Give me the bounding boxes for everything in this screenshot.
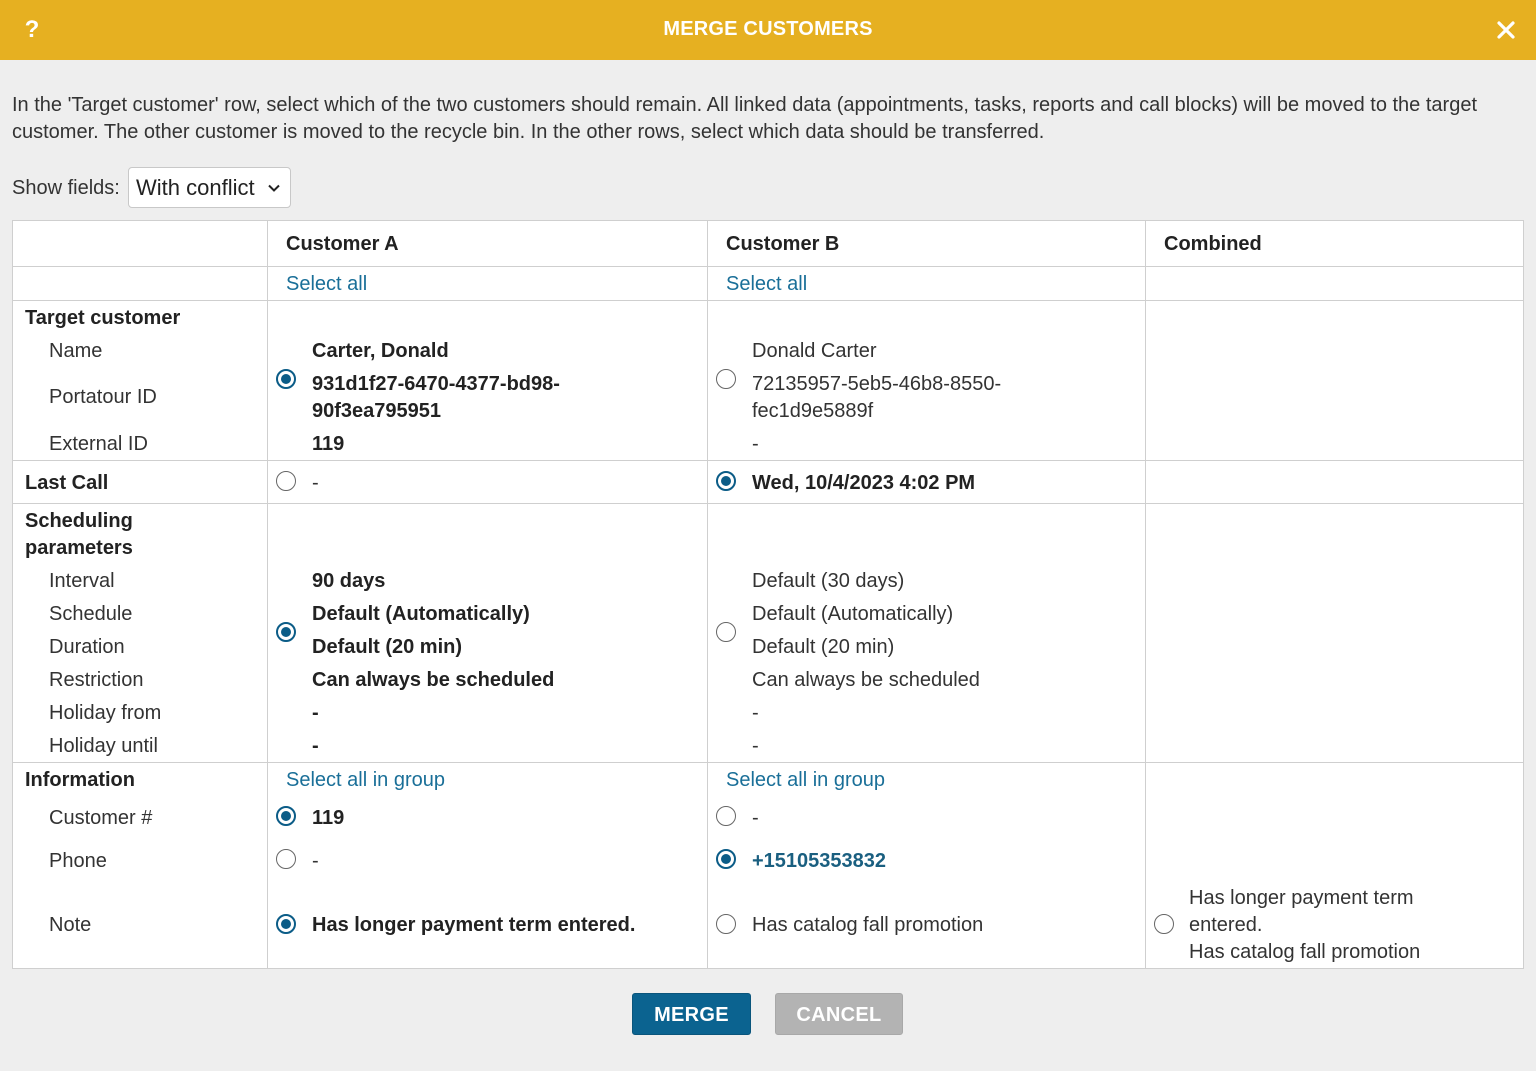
customer-number-label: Customer # [49, 807, 153, 829]
select-all-a-link[interactable]: Select all [286, 271, 367, 298]
name-label: Name [49, 340, 103, 362]
scheduling-label-2: parameters [25, 537, 133, 559]
scheduling-a-interval: 90 days [312, 570, 386, 592]
last-call-a-radio[interactable] [276, 471, 296, 491]
close-button[interactable] [1490, 13, 1522, 47]
target-b-external-id: - [752, 433, 759, 455]
note-combined-line-3: Has catalog fall promotion [1189, 941, 1421, 963]
cancel-button[interactable]: CANCEL [775, 993, 903, 1035]
scheduling-b-radio[interactable] [716, 622, 736, 642]
portatour-id-label: Portatour ID [49, 386, 157, 408]
holiday-from-label: Holiday from [49, 702, 162, 724]
external-id-label: External ID [49, 433, 148, 455]
note-combined-radio[interactable] [1154, 914, 1174, 934]
target-a-name: Carter, Donald [312, 340, 449, 362]
information-label: Information [25, 769, 135, 791]
note-b-radio[interactable] [716, 914, 736, 934]
scheduling-b-interval: Default (30 days) [752, 570, 905, 592]
holiday-until-label: Holiday until [49, 735, 158, 757]
select-all-group-b-link[interactable]: Select all in group [726, 767, 885, 794]
show-fields-value: With conflict [136, 175, 255, 200]
show-fields-select[interactable]: With conflict [128, 167, 291, 208]
help-button[interactable]: ? [20, 14, 44, 46]
select-all-group-a-link[interactable]: Select all in group [286, 767, 445, 794]
target-a-radio[interactable] [276, 369, 296, 389]
header-combined: Combined [1164, 233, 1262, 255]
scheduling-b-schedule: Default (Automatically) [752, 603, 954, 625]
target-b-portatour-id-1: 72135957-5eb5-46b8-8550- [752, 373, 1002, 395]
scheduling-b-duration: Default (20 min) [752, 636, 895, 658]
chevron-down-icon [268, 184, 280, 192]
note-b-value: Has catalog fall promotion [752, 914, 984, 936]
last-call-a-value: - [312, 472, 319, 494]
scheduling-b-restriction: Can always be scheduled [752, 669, 980, 691]
scheduling-a-holiday-until: - [312, 735, 319, 757]
phone-a-radio[interactable] [276, 849, 296, 869]
customer-number-b-value: - [752, 807, 759, 829]
show-fields-label: Show fields: [12, 177, 120, 199]
interval-label: Interval [49, 570, 115, 592]
customer-number-a-radio[interactable] [276, 806, 296, 826]
merge-button[interactable]: MERGE [632, 993, 751, 1035]
restriction-label: Restriction [49, 669, 144, 691]
intro-text: In the 'Target customer' row, select whi… [12, 94, 1477, 143]
header-customer-a: Customer A [286, 233, 399, 255]
note-combined-line-2: entered. [1189, 914, 1263, 936]
target-b-portatour-id-2: fec1d9e5889f [752, 400, 874, 422]
phone-b-radio[interactable] [716, 849, 736, 869]
schedule-label: Schedule [49, 603, 133, 625]
customer-number-b-radio[interactable] [716, 806, 736, 826]
scheduling-a-schedule: Default (Automatically) [312, 603, 530, 625]
dialog-title: MERGE CUSTOMERS [663, 18, 873, 40]
scheduling-a-radio[interactable] [276, 622, 296, 642]
phone-label: Phone [49, 850, 107, 872]
phone-a-value: - [312, 850, 319, 872]
target-b-radio[interactable] [716, 369, 736, 389]
last-call-b-value: Wed, 10/4/2023 4:02 PM [752, 472, 976, 494]
last-call-label: Last Call [25, 472, 109, 494]
note-a-radio[interactable] [276, 914, 296, 934]
header-customer-b: Customer B [726, 233, 840, 255]
dialog-titlebar: ? MERGE CUSTOMERS [0, 0, 1536, 60]
target-a-external-id: 119 [312, 433, 345, 455]
scheduling-a-duration: Default (20 min) [312, 636, 463, 658]
scheduling-a-holiday-from: - [312, 702, 319, 724]
target-a-portatour-id-1: 931d1f27-6470-4377-bd98- [312, 373, 560, 395]
scheduling-b-holiday-from: - [752, 702, 759, 724]
scheduling-a-restriction: Can always be scheduled [312, 669, 555, 691]
customer-number-a-value: 119 [312, 807, 345, 829]
last-call-b-radio[interactable] [716, 471, 736, 491]
target-b-name: Donald Carter [752, 340, 877, 362]
scheduling-b-holiday-until: - [752, 735, 759, 757]
merge-table: Customer A Customer B Combined Select al… [12, 220, 1524, 969]
select-all-b-link[interactable]: Select all [726, 271, 807, 298]
target-customer-label: Target customer [25, 307, 181, 329]
note-a-value: Has longer payment term entered. [312, 914, 636, 936]
close-icon [1497, 21, 1515, 39]
note-combined-line-1: Has longer payment term [1189, 887, 1414, 909]
phone-b-value: +15105353832 [752, 850, 887, 872]
target-a-portatour-id-2: 90f3ea795951 [312, 400, 442, 422]
duration-label: Duration [49, 636, 125, 658]
scheduling-label-1: Scheduling [25, 510, 133, 532]
note-label: Note [49, 914, 92, 936]
